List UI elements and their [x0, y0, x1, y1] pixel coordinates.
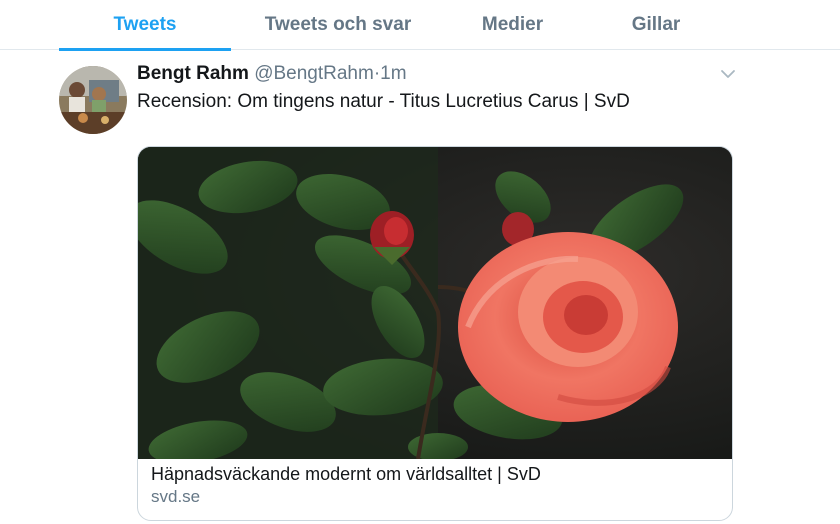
tab-media[interactable]: Medier	[440, 0, 585, 50]
rose-photo-icon	[138, 147, 732, 464]
card-title[interactable]: Häpnadsväckande modernt om världsalltet …	[151, 462, 541, 486]
author-handle[interactable]: @BengtRahm	[254, 63, 374, 84]
avatar-photo-icon	[59, 66, 127, 134]
link-card[interactable]: Häpnadsväckande modernt om världsalltet …	[137, 146, 733, 521]
tweet-text: Recension: Om tingens natur - Titus Lucr…	[137, 91, 630, 112]
active-tab-indicator	[59, 48, 231, 51]
author-name[interactable]: Bengt Rahm	[137, 63, 249, 84]
tab-tweets-label: Tweets	[113, 14, 177, 35]
tab-likes[interactable]: Gillar	[590, 0, 722, 50]
tweet-header: Bengt Rahm @BengtRahm·1m	[137, 62, 407, 86]
tab-tweets[interactable]: Tweets	[59, 0, 231, 51]
tab-tweets-and-replies-label: Tweets och svar	[264, 14, 412, 35]
profile-tabs: Tweets Tweets och svar Medier Gillar	[0, 0, 840, 51]
card-image[interactable]	[138, 147, 732, 464]
tab-likes-label: Gillar	[631, 14, 681, 35]
tab-tweets-and-replies[interactable]: Tweets och svar	[252, 0, 424, 50]
tweet-time[interactable]: 1m	[380, 63, 406, 84]
avatar[interactable]	[59, 66, 127, 134]
chevron-down-icon[interactable]	[720, 68, 736, 80]
tab-media-label: Medier	[481, 14, 544, 35]
card-domain[interactable]: svd.se	[151, 486, 200, 508]
